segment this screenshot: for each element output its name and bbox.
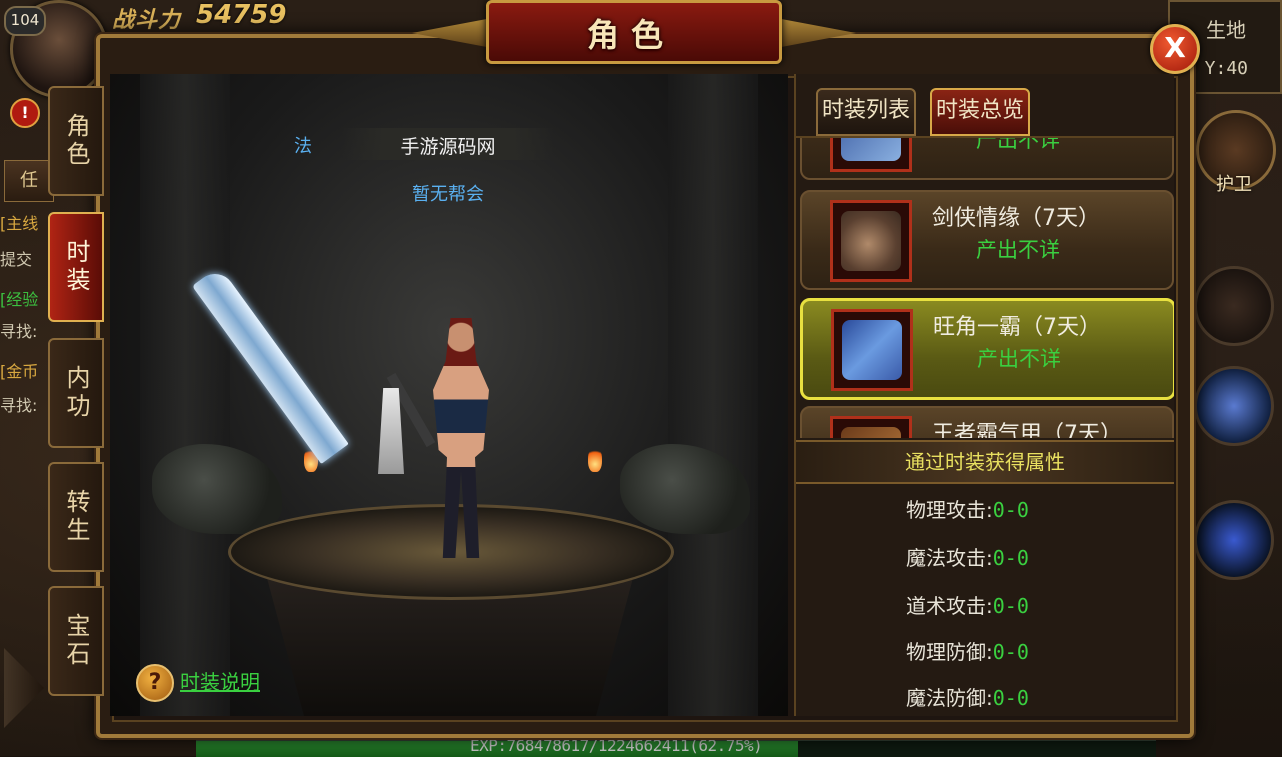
attribute-row: 魔法防御:0-0	[906, 682, 1029, 711]
attribute-value: 0-0	[992, 546, 1029, 570]
item-source: 产出不详	[976, 136, 1060, 152]
character-class: 法	[294, 136, 312, 157]
tab-gems[interactable]: 宝石	[48, 586, 104, 696]
item-icon-frame	[830, 138, 912, 172]
character-guild: 暂无帮会	[412, 184, 484, 205]
tab-fashion-list[interactable]: 时装列表	[816, 88, 917, 136]
attribute-label: 物理攻击:	[906, 498, 993, 522]
window-title: 角色	[586, 16, 675, 54]
background-pillar	[140, 74, 230, 716]
quest-fragment: 提交	[0, 250, 33, 269]
fashion-item[interactable]: 剑侠情缘（7天） 产出不详	[800, 190, 1174, 290]
quest-fragment: [金币	[0, 362, 39, 381]
tab-rebirth[interactable]: 转生	[48, 462, 104, 572]
item-name: 旺角一霸（7天）	[933, 315, 1101, 340]
player-level: 104	[4, 6, 46, 36]
attribute-row: 道术攻击:0-0	[906, 590, 1029, 619]
skill-slot-1[interactable]	[1194, 266, 1274, 346]
character-name: 手游源码网	[400, 136, 496, 158]
help-icon[interactable]: ?	[136, 664, 174, 702]
torch-flame	[588, 446, 602, 472]
background-pillar	[668, 74, 758, 716]
item-icon-frame	[831, 309, 913, 391]
attribute-row: 物理攻击:0-0	[906, 494, 1029, 523]
attribute-row: 物理防御:0-0	[906, 636, 1029, 665]
fashion-panel: 时装列表 时装总览 产出不详 剑侠情缘（7天） 产出不详 旺角一霸（7天） 产出…	[794, 74, 1174, 716]
item-name: 剑侠情缘（7天）	[932, 206, 1100, 231]
attribute-value: 0-0	[992, 498, 1029, 522]
guard-label: 护卫	[1216, 174, 1252, 195]
fashion-help-link[interactable]: 时装说明	[180, 666, 260, 695]
quest-fragment: 寻找:	[0, 396, 38, 415]
attribute-label: 道术攻击:	[906, 594, 993, 618]
quest-tracker-button[interactable]: 任	[4, 160, 54, 202]
skill-slot-2[interactable]	[1194, 366, 1274, 446]
item-name: 王者霸气甲（7天）	[932, 422, 1122, 438]
character-preview: 法 手游源码网 暂无帮会 ? 时装说明	[110, 74, 788, 716]
fashion-list[interactable]: 产出不详 剑侠情缘（7天） 产出不详 旺角一霸（7天） 产出不详 王者霸气甲（7…	[796, 136, 1174, 438]
tab-fashion-overview[interactable]: 时装总览	[930, 88, 1031, 136]
attribute-label: 魔法攻击:	[906, 546, 993, 570]
item-source: 产出不详	[977, 347, 1061, 371]
tab-inner-power[interactable]: 内功	[48, 338, 104, 448]
quest-fragment: [经验	[0, 290, 39, 309]
fashion-item[interactable]: 王者霸气甲（7天）	[800, 406, 1174, 438]
item-icon-frame	[830, 200, 912, 282]
item-source: 产出不详	[976, 238, 1060, 262]
jeans-icon	[842, 320, 902, 380]
item-icon-frame	[830, 416, 912, 438]
alert-icon[interactable]: !	[10, 98, 40, 128]
attribute-row: 魔法攻击:0-0	[906, 542, 1029, 571]
attribute-value: 0-0	[992, 594, 1029, 618]
hat-icon	[841, 211, 901, 271]
combat-power-label: 战斗力	[112, 8, 182, 33]
attribute-label: 魔法防御:	[906, 686, 993, 710]
close-icon[interactable]: X	[1150, 24, 1200, 74]
quest-fragment: [主线	[0, 214, 39, 233]
attribute-header: 通过时装获得属性	[796, 440, 1174, 484]
exp-text: EXP:768478617/1224662411(62.75%)	[470, 736, 763, 755]
quest-fragment: 寻找:	[0, 322, 38, 341]
tab-character[interactable]: 角色	[48, 86, 104, 196]
fashion-item-selected[interactable]: 旺角一霸（7天） 产出不详	[800, 298, 1174, 400]
dragon-statue	[152, 444, 282, 534]
combat-power-value: 54759	[196, 0, 287, 30]
attribute-value: 0-0	[992, 686, 1029, 710]
armor-icon	[841, 427, 901, 438]
map-coordinate-y: Y:40	[1204, 58, 1248, 79]
skill-slot-3[interactable]	[1194, 500, 1274, 580]
tab-fashion[interactable]: 时装	[48, 212, 104, 322]
fashion-item[interactable]: 产出不详	[800, 136, 1174, 180]
attribute-value: 0-0	[992, 640, 1029, 664]
cloth-icon	[841, 138, 901, 161]
attribute-label: 物理防御:	[906, 640, 993, 664]
map-name: 生地	[1206, 18, 1246, 42]
